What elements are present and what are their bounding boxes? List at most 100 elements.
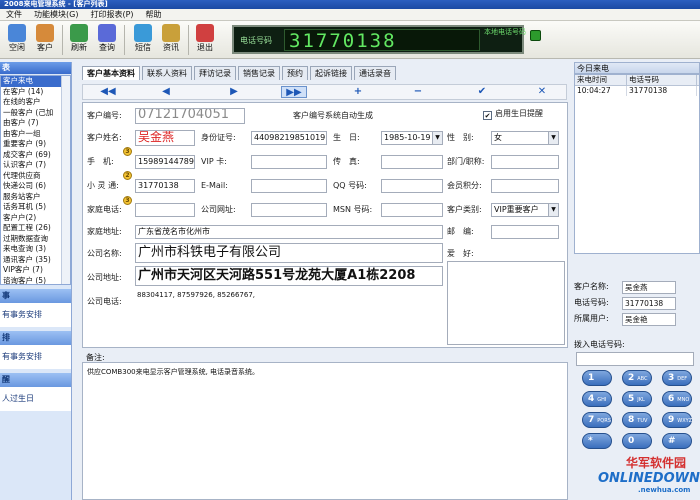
tasks-section-item[interactable]: 有事务安排	[0, 303, 71, 327]
sidebar-item[interactable]: 由客户一组	[1, 129, 70, 140]
dial-input[interactable]	[576, 352, 694, 366]
tab-appointments[interactable]: 预约	[282, 66, 308, 80]
cancel-record-button[interactable]: ✕	[529, 86, 555, 98]
menu-modules[interactable]: 功能模块(G)	[34, 9, 78, 20]
company-url-field[interactable]	[251, 203, 327, 217]
dial-key-button[interactable]: *	[582, 433, 612, 449]
department-field[interactable]	[491, 155, 559, 169]
sidebar-item[interactable]: 在客户 (14)	[1, 87, 70, 98]
postcode-field[interactable]	[491, 225, 559, 239]
dial-key-button[interactable]: 5 JKL	[622, 391, 652, 407]
customer-type-select[interactable]: VIP重要客户 ▼	[491, 203, 559, 217]
schedule-section-header[interactable]: 排	[0, 331, 71, 345]
sidebar-item[interactable]: 快递公司 (6)	[1, 181, 70, 192]
exit-button[interactable]: 退出	[192, 23, 218, 57]
reminder-section-header[interactable]: 醒	[0, 373, 71, 387]
points-field[interactable]	[491, 179, 559, 193]
sidebar-item[interactable]: 客户来电	[1, 76, 70, 87]
vip-card-field[interactable]	[251, 155, 327, 169]
home-address-field[interactable]: 广东省茂名市化州市	[135, 225, 443, 239]
tab-links[interactable]: 起诉链接	[310, 66, 352, 80]
home-phone-field[interactable]	[135, 203, 195, 217]
menu-print[interactable]: 打印报表(P)	[90, 9, 133, 20]
dial-key-button[interactable]: 4 GHI	[582, 391, 612, 407]
tasks-section-header[interactable]: 事	[0, 289, 71, 303]
table-row[interactable]: 10:04:27 31770138	[575, 86, 699, 96]
sidebar-item[interactable]: 客户户(2)	[1, 213, 70, 224]
sidebar-item[interactable]: 过期数据查询	[1, 234, 70, 245]
sidebar-item[interactable]: 一般客户 (己加	[1, 108, 70, 119]
dial-key-button[interactable]: 3 DEF	[662, 370, 692, 386]
company-phone-field[interactable]: 88304117, 87597926, 85266767,	[135, 289, 443, 345]
tab-call-recordings[interactable]: 通话录音	[354, 66, 396, 80]
birthday-field[interactable]: 1985-10-19 ▼	[381, 131, 443, 145]
chevron-down-icon[interactable]: ▼	[548, 204, 558, 216]
sidebar-item[interactable]: 在线的客户	[1, 97, 70, 108]
customer-category-list[interactable]: 客户来电 在客户 (14) 在线的客户 一般客户 (己加 由客户 (7) 由客户一组 重要客…	[0, 75, 71, 285]
prev-record-button[interactable]: ◀	[153, 86, 179, 98]
fax-field[interactable]	[381, 155, 443, 169]
sidebar-item[interactable]: 认识客户 (7)	[1, 160, 70, 171]
last-record-button[interactable]: ▶▶	[281, 86, 307, 98]
notes-field[interactable]: 供应COMB300来电显示客户管理系统, 电话录音系统。	[82, 362, 568, 500]
search-button[interactable]: 查询	[94, 23, 120, 57]
msn-field[interactable]	[381, 203, 443, 217]
sidebar-item[interactable]: 配置工程 (26)	[1, 223, 70, 234]
save-record-button[interactable]: ✔	[469, 86, 495, 98]
birthday-reminder-item[interactable]: 人过生日	[0, 387, 71, 411]
dial-key-button[interactable]: #	[662, 433, 692, 449]
dial-key-button[interactable]: 6 MNO	[662, 391, 692, 407]
chevron-down-icon[interactable]: ▼	[432, 132, 442, 144]
dial-key-button[interactable]: 7 PQRS	[582, 412, 612, 428]
first-record-button[interactable]: ◀◀	[95, 86, 121, 98]
delete-record-button[interactable]: −	[405, 86, 431, 98]
sidebar-item[interactable]: 话务耳机 (5)	[1, 202, 70, 213]
sidebar-item[interactable]: 成交客户 (69)	[1, 150, 70, 161]
sidebar-item[interactable]: 来电查询 (3)	[1, 244, 70, 255]
sidebar-item[interactable]: 通讯客户 (35)	[1, 255, 70, 266]
company-name-field[interactable]: 广州市科铁电子有限公司	[135, 243, 443, 263]
tab-basic-info[interactable]: 客户基本资料	[82, 66, 140, 80]
sidebar-item[interactable]: 代理供应商	[1, 171, 70, 182]
sidebar-item[interactable]: 重要客户 (9)	[1, 139, 70, 150]
idcard-field[interactable]: 440982198510191	[251, 131, 327, 145]
idle-button[interactable]: 空闲	[4, 23, 30, 57]
column-header-phone[interactable]: 电话号码	[627, 75, 697, 85]
next-record-button[interactable]: ▶	[221, 86, 247, 98]
chevron-down-icon[interactable]: ▼	[548, 132, 558, 144]
caller-name-field[interactable]: 吴金燕	[622, 281, 676, 294]
sidebar-item[interactable]: VIP客户 (7)	[1, 265, 70, 276]
sidebar-item[interactable]: 谘询客户 (5)	[1, 276, 70, 285]
customer-button[interactable]: 客户	[32, 23, 58, 57]
column-header-time[interactable]: 来电时间	[575, 75, 627, 85]
add-record-button[interactable]: +	[345, 86, 371, 98]
dial-key-button[interactable]: 1	[582, 370, 612, 386]
refresh-button[interactable]: 刷新	[66, 23, 92, 57]
dial-key-button[interactable]: 9 WXYZ	[662, 412, 692, 428]
menu-file[interactable]: 文件	[6, 9, 22, 20]
owner-user-field[interactable]: 吴金艳	[622, 313, 676, 326]
tab-sales[interactable]: 销售记录	[238, 66, 280, 80]
dial-key-button[interactable]: 2 ABC	[622, 370, 652, 386]
company-address-field[interactable]: 广州市天河区天河路551号龙苑大厦A1栋2208	[135, 266, 443, 286]
customer-name-field[interactable]: 吴金燕	[135, 130, 195, 146]
sms-button[interactable]: 短信	[130, 23, 156, 57]
email-field[interactable]	[251, 179, 327, 193]
dial-key-button[interactable]: 0	[622, 433, 652, 449]
qq-field[interactable]	[381, 179, 443, 193]
sidebar-item[interactable]: 由客户 (7)	[1, 118, 70, 129]
sidebar-scrollbar[interactable]	[61, 76, 70, 284]
schedule-section-item[interactable]: 有事务安排	[0, 345, 71, 369]
birthday-remind-checkbox[interactable]: ✔	[483, 111, 492, 120]
customer-no-field[interactable]: 07121704051	[135, 108, 245, 124]
caller-phone-field[interactable]: 31770138	[622, 297, 676, 310]
xlt-field[interactable]: 31770138	[135, 179, 195, 193]
mobile-field[interactable]: 15989144789	[135, 155, 195, 169]
tab-visits[interactable]: 拜访记录	[194, 66, 236, 80]
menu-help[interactable]: 帮助	[146, 9, 162, 20]
tab-contacts[interactable]: 联系人资料	[142, 66, 192, 80]
sidebar-item[interactable]: 服务站客户	[1, 192, 70, 203]
gender-select[interactable]: 女 ▼	[491, 131, 559, 145]
dial-key-button[interactable]: 8 TUV	[622, 412, 652, 428]
hobby-field[interactable]	[447, 261, 565, 345]
